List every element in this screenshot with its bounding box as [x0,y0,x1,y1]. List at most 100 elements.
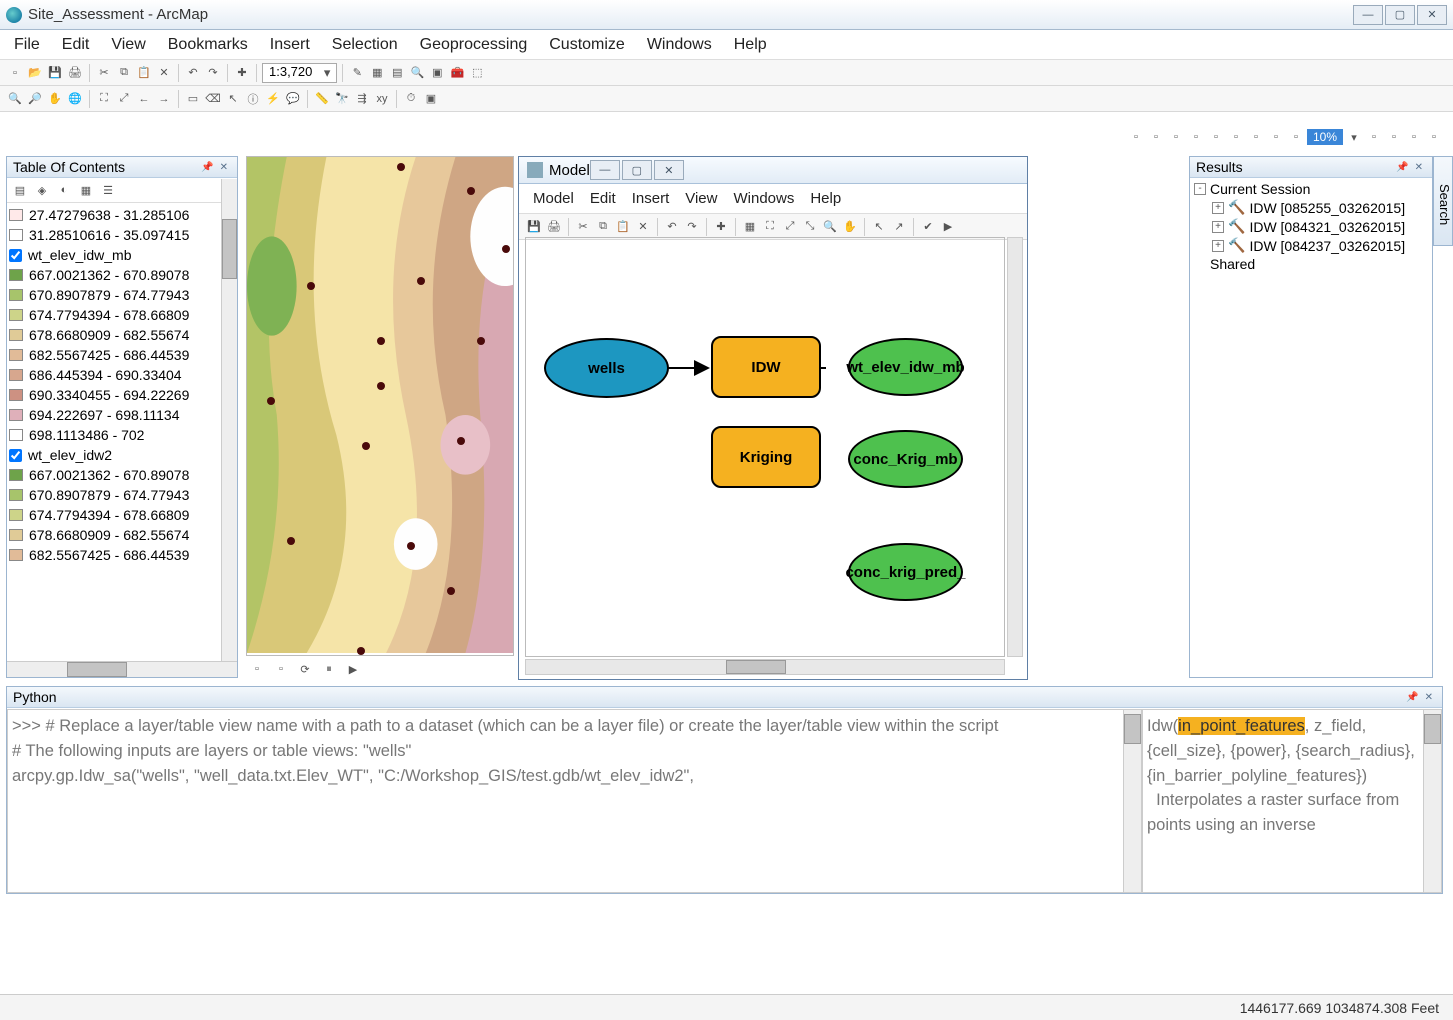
model-menu-windows[interactable]: Windows [733,190,794,207]
model-connect-icon[interactable]: ↗ [890,218,908,236]
model-menu-view[interactable]: View [685,190,717,207]
menu-windows[interactable]: Windows [647,36,712,54]
toc-class-label[interactable]: 670.8907879 - 674.77943 [29,487,189,503]
toc-class-label[interactable]: 678.6680909 - 682.55674 [29,327,189,343]
viewer-icon[interactable]: ▣ [422,90,440,108]
model-zoom-out-icon[interactable]: ⤡ [801,218,819,236]
model-run-icon[interactable]: ▶ [939,218,957,236]
ltb-10-icon[interactable]: ▫ [1365,128,1383,146]
model-paste-icon[interactable]: 📋 [614,218,632,236]
python-pin-icon[interactable]: 📌 [1403,692,1421,703]
fixed-zoom-in-icon[interactable]: ⤢ [115,90,133,108]
refresh-icon[interactable]: ⟳ [296,660,314,678]
toc-class-label[interactable]: 682.5567425 - 686.44539 [29,347,189,363]
toc-pin-icon[interactable]: 📌 [198,162,216,173]
model-node-output-idw[interactable]: wt_elev_idw_mb [848,338,963,396]
toc-list-by-visibility-icon[interactable]: ◐ [55,181,73,199]
table-icon[interactable]: ▦ [368,64,386,82]
data-view-icon[interactable]: ▫ [248,660,266,678]
find-route-icon[interactable]: ⇶ [353,90,371,108]
menu-edit[interactable]: Edit [62,36,90,54]
pause-icon[interactable]: ⏸ [320,660,338,678]
toc-class-label[interactable]: 678.6680909 - 682.55674 [29,527,189,543]
toc-close-icon[interactable]: ✕ [217,162,231,173]
results-close-icon[interactable]: ✕ [1412,162,1426,173]
model-delete-icon[interactable]: ✕ [634,218,652,236]
model-menu-model[interactable]: Model [533,190,574,207]
toc-class-label[interactable]: 667.0021362 - 670.89078 [29,267,189,283]
add-data-icon[interactable]: ✚ [233,64,251,82]
toc-class[interactable]: 27.47279638 - 31.285106 [29,207,189,223]
maximize-button[interactable]: ▢ [1385,5,1415,25]
model-node-output-pred[interactable]: conc_krig_pred_ [848,543,963,601]
ltb-5-icon[interactable]: ▫ [1207,128,1225,146]
model-full-extent-icon[interactable]: ⛶ [761,218,779,236]
toc-class-label[interactable]: 694.222697 - 698.11134 [29,407,180,423]
undo-icon[interactable]: ↶ [184,64,202,82]
results-item[interactable]: IDW [084237_03262015] [1249,238,1405,254]
model-menu-insert[interactable]: Insert [632,190,670,207]
model-select-icon[interactable]: ↖ [870,218,888,236]
ltb-11-icon[interactable]: ▫ [1385,128,1403,146]
menu-selection[interactable]: Selection [332,36,398,54]
layer-name[interactable]: wt_elev_idw_mb [28,247,132,263]
zoom-out-icon[interactable]: 🔎 [26,90,44,108]
new-icon[interactable]: ▫ [6,64,24,82]
map-view[interactable] [246,156,514,656]
model-redo-icon[interactable]: ↷ [683,218,701,236]
ltb-dd-icon[interactable]: ▾ [1345,128,1363,146]
forward-icon[interactable]: → [155,90,173,108]
model-node-tool-idw[interactable]: IDW [711,336,821,398]
toc-vscroll[interactable] [221,179,237,661]
play-icon[interactable]: ▶ [344,660,362,678]
time-slider-icon[interactable]: ⏱ [402,90,420,108]
back-icon[interactable]: ← [135,90,153,108]
toc-hscroll[interactable] [7,661,237,677]
toc-class-label[interactable]: 682.5567425 - 686.44539 [29,547,189,563]
select-icon[interactable]: ▭ [184,90,202,108]
toc-class-label[interactable]: 674.7794394 - 678.66809 [29,507,189,523]
model-add-data-icon[interactable]: ✚ [712,218,730,236]
model-canvas[interactable]: wells IDW Kriging wt_elev_idw_mb conc_Kr… [525,237,1005,657]
save-icon[interactable]: 💾 [46,64,64,82]
menu-bookmarks[interactable]: Bookmarks [168,36,248,54]
delete-icon[interactable]: ✕ [155,64,173,82]
search-tab[interactable]: Search [1433,156,1453,246]
layout-view-icon[interactable]: ▫ [272,660,290,678]
model-maximize-button[interactable]: ▢ [622,160,652,180]
python-input[interactable]: >>> # Replace a layer/table view name wi… [7,709,1142,893]
tree-expand-icon[interactable]: + [1212,240,1224,252]
redo-icon[interactable]: ↷ [204,64,222,82]
copy-icon[interactable]: ⧉ [115,64,133,82]
results-shared[interactable]: Shared [1210,256,1255,272]
toc-list-by-drawing-icon[interactable]: ▤ [11,181,29,199]
model-validate-icon[interactable]: ✔ [919,218,937,236]
model-minimize-button[interactable]: — [590,160,620,180]
toc-class-label[interactable]: 698.1113486 - 702 [29,427,144,443]
model-node-input[interactable]: wells [544,338,669,398]
model-zoom-icon[interactable]: 🔍 [821,218,839,236]
identify-icon[interactable]: ⓘ [244,90,262,108]
model-auto-layout-icon[interactable]: ▦ [741,218,759,236]
html-popup-icon[interactable]: 💬 [284,90,302,108]
toc-options-icon[interactable]: ☰ [99,181,117,199]
measure-icon[interactable]: 📏 [313,90,331,108]
ltb-3-icon[interactable]: ▫ [1167,128,1185,146]
tree-expand-icon[interactable]: + [1212,221,1224,233]
minimize-button[interactable]: — [1353,5,1383,25]
menu-insert[interactable]: Insert [270,36,310,54]
menu-view[interactable]: View [111,36,145,54]
search-icon[interactable]: 🔍 [408,64,426,82]
python-close-icon[interactable]: ✕ [1422,692,1436,703]
model-builder-icon[interactable]: ⬚ [468,64,486,82]
ltb-12-icon[interactable]: ▫ [1405,128,1423,146]
menu-customize[interactable]: Customize [549,36,625,54]
menu-file[interactable]: File [14,36,40,54]
print-icon[interactable]: 🖨 [66,64,84,82]
model-pan-icon[interactable]: ✋ [841,218,859,236]
pan-icon[interactable]: ✋ [46,90,64,108]
results-item[interactable]: IDW [085255_03262015] [1249,200,1405,216]
model-hscroll[interactable] [525,659,1005,675]
tree-expand-icon[interactable]: + [1212,202,1224,214]
ltb-6-icon[interactable]: ▫ [1227,128,1245,146]
